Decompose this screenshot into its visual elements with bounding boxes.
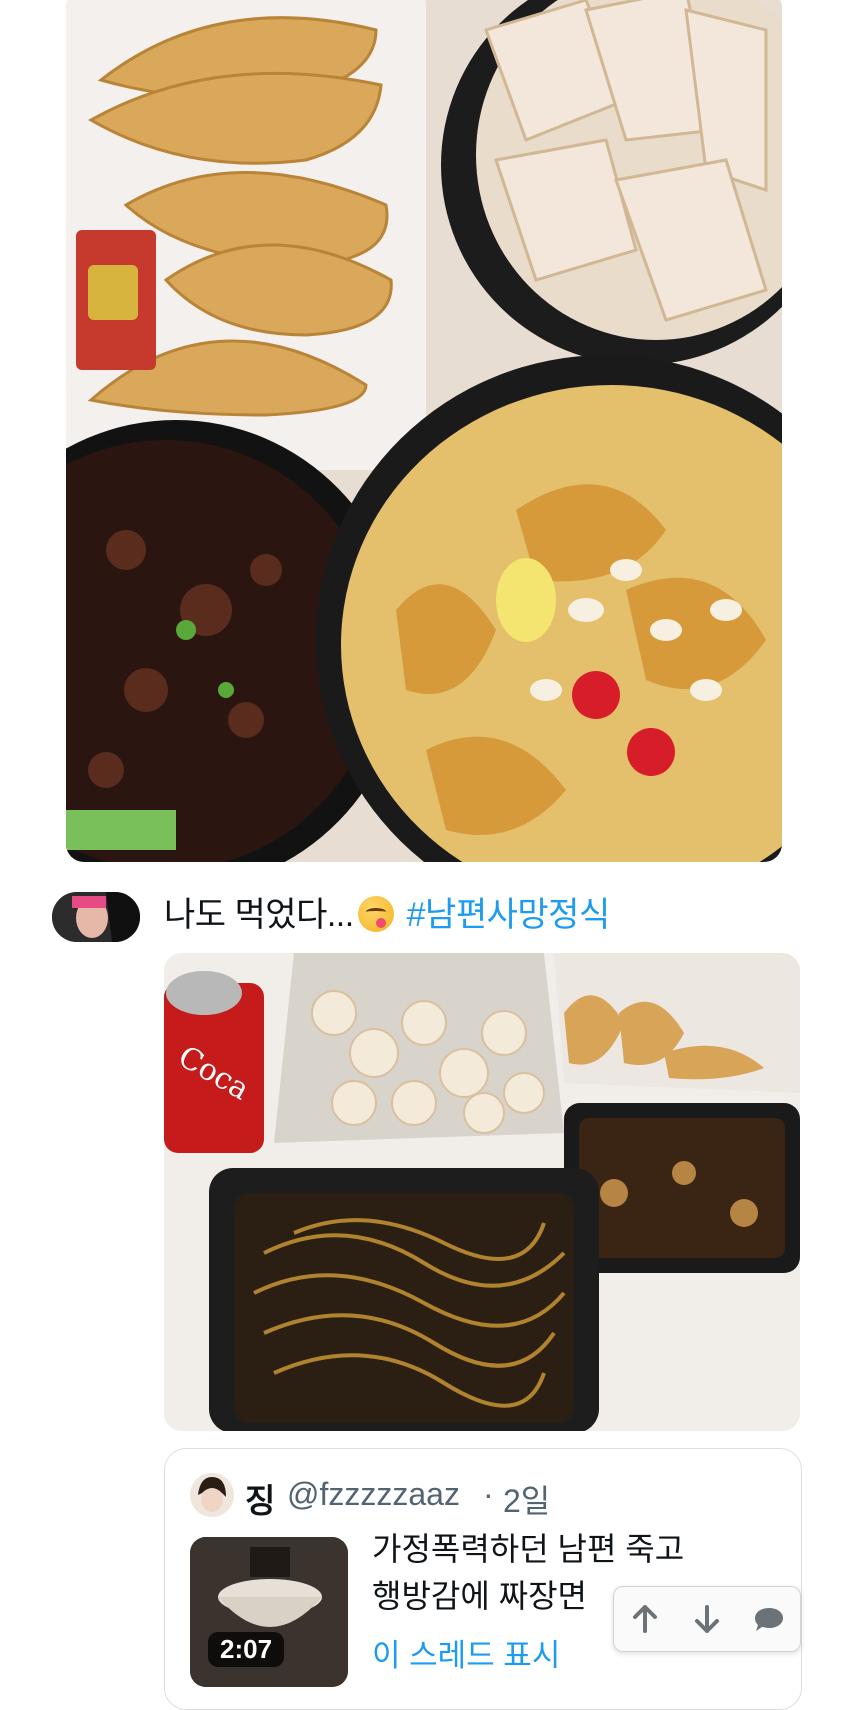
- face-savoring-food-icon: [357, 896, 394, 932]
- scroll-up-button[interactable]: [623, 1597, 667, 1641]
- top-meal-illustration: [66, 0, 782, 862]
- quoted-author-handle[interactable]: @fzzzzzaaz: [287, 1476, 460, 1513]
- meta-separator: ·: [483, 1476, 494, 1512]
- quoted-text-line: 행방감에 짜장면: [372, 1578, 587, 1614]
- top-meal-photo[interactable]: [66, 0, 782, 862]
- quoted-timestamp[interactable]: 2일: [503, 1476, 550, 1522]
- quoted-author-name[interactable]: 징: [245, 1474, 275, 1522]
- floating-action-bar: [613, 1586, 801, 1652]
- comment-icon: [755, 1608, 783, 1631]
- quoted-author-avatar[interactable]: [190, 1473, 234, 1517]
- comment-button[interactable]: [747, 1597, 791, 1641]
- arrow-down-icon: [695, 1605, 719, 1633]
- post-text: 나도 먹었다... #남편사망정식: [164, 895, 610, 935]
- quoted-author-avatar-image: [190, 1473, 234, 1517]
- hashtag-link[interactable]: #남편사망정식: [407, 896, 611, 934]
- arrow-up-icon: [633, 1605, 657, 1633]
- author-avatar-image: [52, 892, 140, 942]
- scroll-down-button[interactable]: [685, 1597, 729, 1641]
- quoted-text-line: 가정폭력하던 남편 죽고: [372, 1531, 685, 1567]
- author-avatar[interactable]: [52, 892, 140, 942]
- post-body: 나도 먹었다...: [164, 896, 354, 934]
- takeout-meal-illustration: Coca: [164, 953, 800, 1431]
- video-duration-badge: 2:07: [208, 1632, 285, 1667]
- takeout-meal-photo[interactable]: Coca: [164, 953, 800, 1431]
- show-thread-link[interactable]: 이 스레드 표시: [372, 1630, 560, 1675]
